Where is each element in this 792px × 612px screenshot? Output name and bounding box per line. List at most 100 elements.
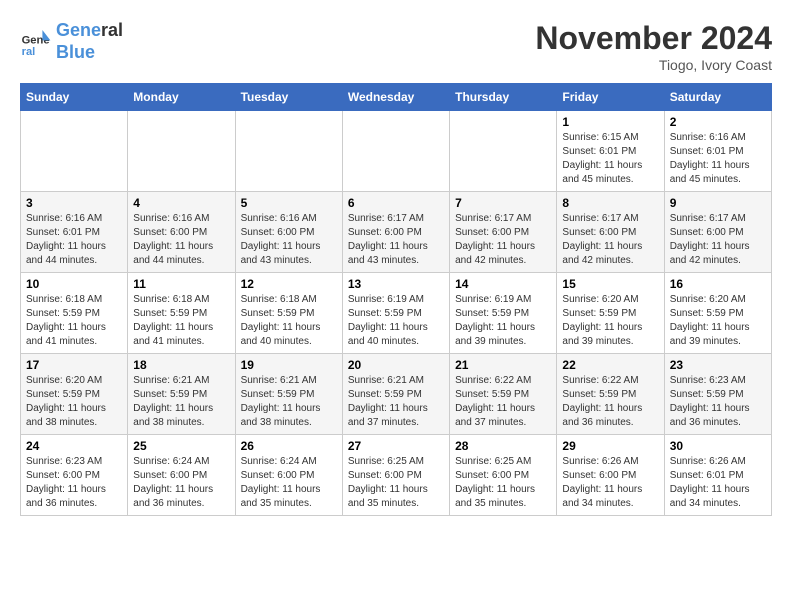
day-header: Friday (557, 84, 664, 111)
month-title: November 2024 (535, 20, 772, 57)
day-header: Monday (128, 84, 235, 111)
calendar-week-row: 10 Sunrise: 6:18 AM Sunset: 5:59 PM Dayli… (21, 273, 772, 354)
calendar-cell: 6 Sunrise: 6:17 AM Sunset: 6:00 PM Daylig… (342, 192, 449, 273)
day-number: 21 (455, 358, 551, 372)
day-info: Sunrise: 6:25 AM Sunset: 6:00 PM Dayligh… (455, 455, 551, 511)
day-info: Sunrise: 6:17 AM Sunset: 6:00 PM Dayligh… (455, 212, 551, 268)
day-info: Sunrise: 6:20 AM Sunset: 5:59 PM Dayligh… (562, 293, 658, 349)
day-info: Sunrise: 6:20 AM Sunset: 5:59 PM Dayligh… (670, 293, 766, 349)
day-number: 17 (26, 358, 122, 372)
day-info: Sunrise: 6:26 AM Sunset: 6:00 PM Dayligh… (562, 455, 658, 511)
day-number: 25 (133, 439, 229, 453)
calendar-cell: 29 Sunrise: 6:26 AM Sunset: 6:00 PM Dayli… (557, 435, 664, 516)
day-number: 30 (670, 439, 766, 453)
title-block: November 2024 Tiogo, Ivory Coast (535, 20, 772, 73)
calendar-cell: 19 Sunrise: 6:21 AM Sunset: 5:59 PM Dayli… (235, 354, 342, 435)
calendar-cell (21, 111, 128, 192)
day-number: 22 (562, 358, 658, 372)
day-info: Sunrise: 6:19 AM Sunset: 5:59 PM Dayligh… (455, 293, 551, 349)
day-number: 27 (348, 439, 444, 453)
calendar-cell: 17 Sunrise: 6:20 AM Sunset: 5:59 PM Dayli… (21, 354, 128, 435)
day-info: Sunrise: 6:20 AM Sunset: 5:59 PM Dayligh… (26, 374, 122, 430)
day-info: Sunrise: 6:16 AM Sunset: 6:00 PM Dayligh… (133, 212, 229, 268)
calendar-cell: 18 Sunrise: 6:21 AM Sunset: 5:59 PM Dayli… (128, 354, 235, 435)
calendar-cell: 28 Sunrise: 6:25 AM Sunset: 6:00 PM Dayli… (450, 435, 557, 516)
calendar-cell: 8 Sunrise: 6:17 AM Sunset: 6:00 PM Daylig… (557, 192, 664, 273)
day-number: 26 (241, 439, 337, 453)
day-number: 14 (455, 277, 551, 291)
day-number: 19 (241, 358, 337, 372)
logo-text-line1: General (56, 20, 123, 42)
day-number: 7 (455, 196, 551, 210)
logo-text-line2: Blue (56, 42, 123, 64)
svg-text:ral: ral (22, 45, 36, 57)
calendar-cell: 26 Sunrise: 6:24 AM Sunset: 6:00 PM Dayli… (235, 435, 342, 516)
day-info: Sunrise: 6:22 AM Sunset: 5:59 PM Dayligh… (455, 374, 551, 430)
day-number: 16 (670, 277, 766, 291)
day-number: 6 (348, 196, 444, 210)
calendar-cell: 11 Sunrise: 6:18 AM Sunset: 5:59 PM Dayli… (128, 273, 235, 354)
calendar-cell: 4 Sunrise: 6:16 AM Sunset: 6:00 PM Daylig… (128, 192, 235, 273)
day-info: Sunrise: 6:22 AM Sunset: 5:59 PM Dayligh… (562, 374, 658, 430)
calendar-cell: 7 Sunrise: 6:17 AM Sunset: 6:00 PM Daylig… (450, 192, 557, 273)
calendar-table: SundayMondayTuesdayWednesdayThursdayFrid… (20, 83, 772, 516)
day-number: 12 (241, 277, 337, 291)
calendar-cell: 10 Sunrise: 6:18 AM Sunset: 5:59 PM Dayli… (21, 273, 128, 354)
calendar-cell: 20 Sunrise: 6:21 AM Sunset: 5:59 PM Dayli… (342, 354, 449, 435)
day-header: Tuesday (235, 84, 342, 111)
day-number: 28 (455, 439, 551, 453)
day-info: Sunrise: 6:21 AM Sunset: 5:59 PM Dayligh… (241, 374, 337, 430)
calendar-cell: 3Sunrise: 6:16 AM Sunset: 6:01 PM Daylig… (21, 192, 128, 273)
day-number: 1 (562, 115, 658, 129)
day-number: 20 (348, 358, 444, 372)
day-number: 23 (670, 358, 766, 372)
calendar-cell: 15Sunrise: 6:20 AM Sunset: 5:59 PM Dayli… (557, 273, 664, 354)
day-info: Sunrise: 6:24 AM Sunset: 6:00 PM Dayligh… (241, 455, 337, 511)
calendar-cell: 22 Sunrise: 6:22 AM Sunset: 5:59 PM Dayli… (557, 354, 664, 435)
day-info: Sunrise: 6:17 AM Sunset: 6:00 PM Dayligh… (562, 212, 658, 268)
calendar-week-row: 1 Sunrise: 6:15 AM Sunset: 6:01 PM Daylig… (21, 111, 772, 192)
calendar-cell: 9Sunrise: 6:17 AM Sunset: 6:00 PM Daylig… (664, 192, 771, 273)
day-header: Saturday (664, 84, 771, 111)
calendar-cell: 21 Sunrise: 6:22 AM Sunset: 5:59 PM Dayli… (450, 354, 557, 435)
logo: Gene ral General Blue (20, 20, 123, 63)
day-number: 11 (133, 277, 229, 291)
calendar-week-row: 3Sunrise: 6:16 AM Sunset: 6:01 PM Daylig… (21, 192, 772, 273)
calendar-cell: 1 Sunrise: 6:15 AM Sunset: 6:01 PM Daylig… (557, 111, 664, 192)
day-number: 4 (133, 196, 229, 210)
day-info: Sunrise: 6:16 AM Sunset: 6:00 PM Dayligh… (241, 212, 337, 268)
day-number: 18 (133, 358, 229, 372)
day-info: Sunrise: 6:18 AM Sunset: 5:59 PM Dayligh… (26, 293, 122, 349)
day-info: Sunrise: 6:18 AM Sunset: 5:59 PM Dayligh… (241, 293, 337, 349)
day-info: Sunrise: 6:21 AM Sunset: 5:59 PM Dayligh… (348, 374, 444, 430)
calendar-cell: 16 Sunrise: 6:20 AM Sunset: 5:59 PM Dayli… (664, 273, 771, 354)
day-number: 5 (241, 196, 337, 210)
calendar-cell: 5 Sunrise: 6:16 AM Sunset: 6:00 PM Daylig… (235, 192, 342, 273)
day-header: Wednesday (342, 84, 449, 111)
calendar-cell: 30Sunrise: 6:26 AM Sunset: 6:01 PM Dayli… (664, 435, 771, 516)
day-header: Thursday (450, 84, 557, 111)
day-info: Sunrise: 6:15 AM Sunset: 6:01 PM Dayligh… (562, 131, 658, 187)
day-number: 8 (562, 196, 658, 210)
calendar-cell: 12 Sunrise: 6:18 AM Sunset: 5:59 PM Dayli… (235, 273, 342, 354)
location: Tiogo, Ivory Coast (535, 57, 772, 73)
day-number: 13 (348, 277, 444, 291)
calendar-cell (235, 111, 342, 192)
day-info: Sunrise: 6:21 AM Sunset: 5:59 PM Dayligh… (133, 374, 229, 430)
day-number: 29 (562, 439, 658, 453)
logo-icon: Gene ral (20, 26, 52, 58)
calendar-cell: 27Sunrise: 6:25 AM Sunset: 6:00 PM Dayli… (342, 435, 449, 516)
day-info: Sunrise: 6:18 AM Sunset: 5:59 PM Dayligh… (133, 293, 229, 349)
calendar-cell: 24Sunrise: 6:23 AM Sunset: 6:00 PM Dayli… (21, 435, 128, 516)
day-number: 10 (26, 277, 122, 291)
day-info: Sunrise: 6:19 AM Sunset: 5:59 PM Dayligh… (348, 293, 444, 349)
day-number: 9 (670, 196, 766, 210)
calendar-cell: 14 Sunrise: 6:19 AM Sunset: 5:59 PM Dayli… (450, 273, 557, 354)
day-info: Sunrise: 6:23 AM Sunset: 5:59 PM Dayligh… (670, 374, 766, 430)
calendar-cell (342, 111, 449, 192)
day-info: Sunrise: 6:17 AM Sunset: 6:00 PM Dayligh… (348, 212, 444, 268)
calendar-cell (450, 111, 557, 192)
calendar-cell: 25Sunrise: 6:24 AM Sunset: 6:00 PM Dayli… (128, 435, 235, 516)
page-header: Gene ral General Blue November 2024 Tiog… (20, 20, 772, 73)
calendar-week-row: 24Sunrise: 6:23 AM Sunset: 6:00 PM Dayli… (21, 435, 772, 516)
